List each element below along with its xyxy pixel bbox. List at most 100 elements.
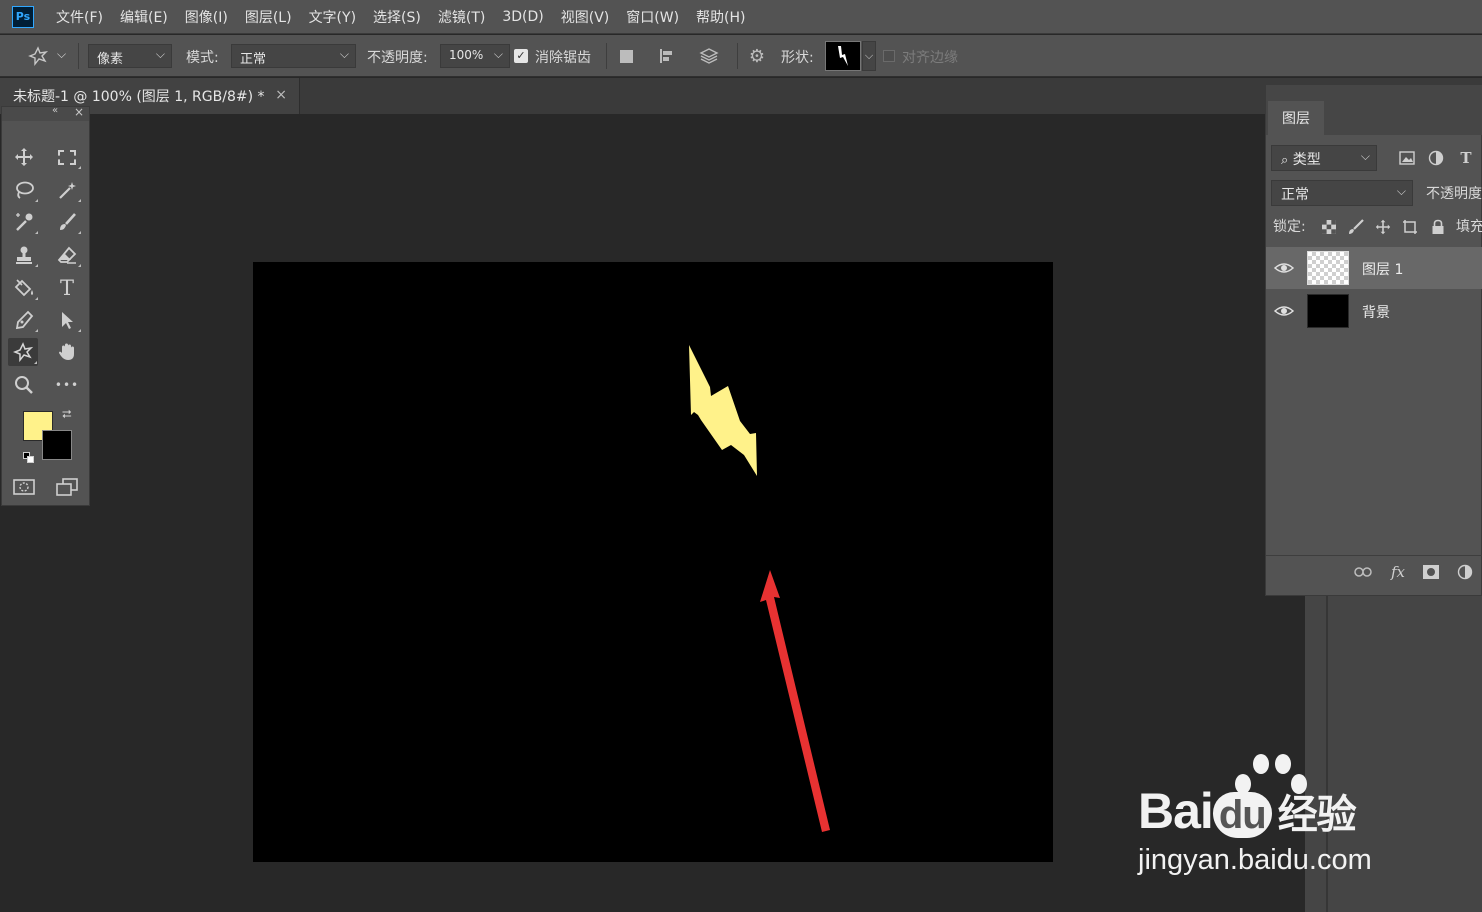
custom-shape-icon[interactable] [8,338,38,366]
type-filter-icon[interactable]: T [1455,147,1477,169]
fill-label: 填充 [1456,219,1482,235]
watermark-brand-bai: Bai [1138,783,1214,839]
adjustment-layer-icon[interactable] [1454,561,1476,583]
menu-edit[interactable]: 编辑(E) [120,7,168,27]
photoshop-logo: Ps [12,5,34,28]
opacity-input[interactable]: 100% ⌵ [440,44,510,68]
shape-picker-chevron-icon[interactable]: ⌵ [862,41,876,71]
eye-icon[interactable] [1274,259,1294,277]
align-edges-checkbox[interactable] [883,50,895,62]
paint-bucket-icon[interactable] [9,274,39,302]
marquee-icon[interactable] [52,143,82,171]
toolbox: « × T ••• ⮂ [1,105,90,506]
menu-select[interactable]: 选择(S) [373,7,421,27]
menu-view[interactable]: 视图(V) [561,7,610,27]
blend-mode-select[interactable]: 正常 ⌵ [1271,180,1413,206]
background-color-swatch[interactable] [42,430,72,460]
divider [78,43,79,69]
lock-artboard-icon[interactable] [1399,216,1421,238]
align-edges-label: 对齐边缘 [902,50,958,66]
tool-preset-chevron-icon[interactable]: ⌵ [57,47,66,62]
menu-bar: Ps 文件(F) 编辑(E) 图像(I) 图层(L) 文字(Y) 选择(S) 滤… [0,0,1482,34]
lock-all-icon[interactable] [1427,216,1449,238]
layer-filter-value: 类型 [1292,152,1321,168]
lock-label: 锁定: [1273,219,1306,235]
more-icon[interactable]: ••• [52,371,82,399]
mode-label: 模式: [186,50,219,66]
search-icon: ⌕ [1281,153,1289,168]
path-operations-icon[interactable] [614,44,638,68]
antialias-label: 消除锯齿 [535,50,591,66]
document-canvas[interactable] [253,262,1053,862]
menu-file[interactable]: 文件(F) [56,7,103,27]
menu-type[interactable]: 文字(Y) [309,7,356,27]
layer-mask-icon[interactable] [1420,561,1442,583]
layer-thumbnail [1307,251,1349,285]
lightning-bolt-shape [689,345,757,476]
swap-colors-icon[interactable]: ⮂ [62,407,72,422]
layer-thumbnail [1307,294,1349,328]
stamp-icon[interactable] [9,241,39,269]
opacity-label: 不透明度 [1426,186,1482,202]
screen-mode-icon[interactable] [52,473,82,501]
chevron-down-icon: ⌵ [339,47,349,61]
gear-icon[interactable]: ⚙ [745,44,769,68]
document-tab-title: 未标题-1 @ 100% (图层 1, RGB/8#) * [13,89,265,105]
menu-window[interactable]: 窗口(W) [626,7,679,27]
hand-icon[interactable] [52,338,82,366]
blend-mode-value: 正常 [1281,187,1309,203]
fill-type-select[interactable]: 像素 ⌵ [88,44,172,68]
close-icon[interactable]: × [275,87,287,103]
antialias-checkbox[interactable]: ✓ [514,49,528,63]
opacity-label: 不透明度: [367,50,428,66]
chevron-down-icon: ⌵ [493,47,503,61]
path-arrangement-icon[interactable] [697,44,721,68]
link-layers-icon[interactable] [1352,561,1374,583]
layer-row-layer1[interactable]: 图层 1 [1266,247,1482,289]
lock-transparent-icon[interactable] [1318,216,1340,238]
zoom-icon[interactable] [9,371,39,399]
path-alignment-icon[interactable] [655,44,679,68]
default-colors-icon[interactable] [23,452,35,464]
lasso-icon[interactable] [9,176,39,204]
brush-icon[interactable] [52,208,82,236]
document-tab-bar: 未标题-1 @ 100% (图层 1, RGB/8#) * × [0,78,1482,114]
annotation-arrow [760,570,830,832]
menu-help[interactable]: 帮助(H) [696,7,745,27]
quick-mask-icon[interactable] [9,473,39,501]
layers-panel-footer: fx [1266,555,1482,589]
menu-layer[interactable]: 图层(L) [245,7,292,27]
layers-panel: 图层 ⌕ 类型 ⌵ T 正常 ⌵ 不透明度 锁定: 填充 图层 1 背景 fx [1265,84,1482,596]
collapse-icon[interactable]: « [52,105,58,116]
mode-value: 正常 [240,52,267,67]
lock-pixels-icon[interactable] [1345,216,1367,238]
layers-panel-tabbar: 图层 [1266,85,1482,135]
menu-filter[interactable]: 滤镜(T) [438,7,485,27]
lightning-shape-icon [838,46,848,66]
layer-row-background[interactable]: 背景 [1266,290,1482,332]
menu-3d[interactable]: 3D(D) [502,9,543,25]
close-icon[interactable]: × [74,105,84,119]
layer-filter-select[interactable]: ⌕ 类型 ⌵ [1271,145,1377,171]
pen-icon[interactable] [9,306,39,334]
shape-label: 形状: [781,50,814,66]
watermark-url: jingyan.baidu.com [1138,844,1372,876]
adjustment-filter-icon[interactable] [1425,147,1447,169]
lock-position-icon[interactable] [1372,216,1394,238]
mode-select[interactable]: 正常 ⌵ [231,44,356,68]
type-icon[interactable]: T [52,274,82,302]
eraser-icon[interactable] [52,241,82,269]
custom-shape-icon[interactable] [26,44,50,68]
menu-image[interactable]: 图像(I) [185,7,228,27]
shape-picker[interactable] [825,41,861,71]
path-select-icon[interactable] [52,306,82,334]
eye-icon[interactable] [1274,302,1294,320]
fx-icon[interactable]: fx [1387,561,1409,583]
move-icon[interactable] [9,143,39,171]
options-bar: ⌵ 像素 ⌵ 模式: 正常 ⌵ 不透明度: 100% ⌵ ✓ 消除锯齿 ⚙ 形状… [0,35,1482,77]
magic-wand-icon[interactable] [52,176,82,204]
tab-layers[interactable]: 图层 [1268,101,1324,135]
eyedropper-icon[interactable] [9,208,39,236]
toolbox-header[interactable]: « × [2,105,89,121]
image-filter-icon[interactable] [1396,147,1418,169]
